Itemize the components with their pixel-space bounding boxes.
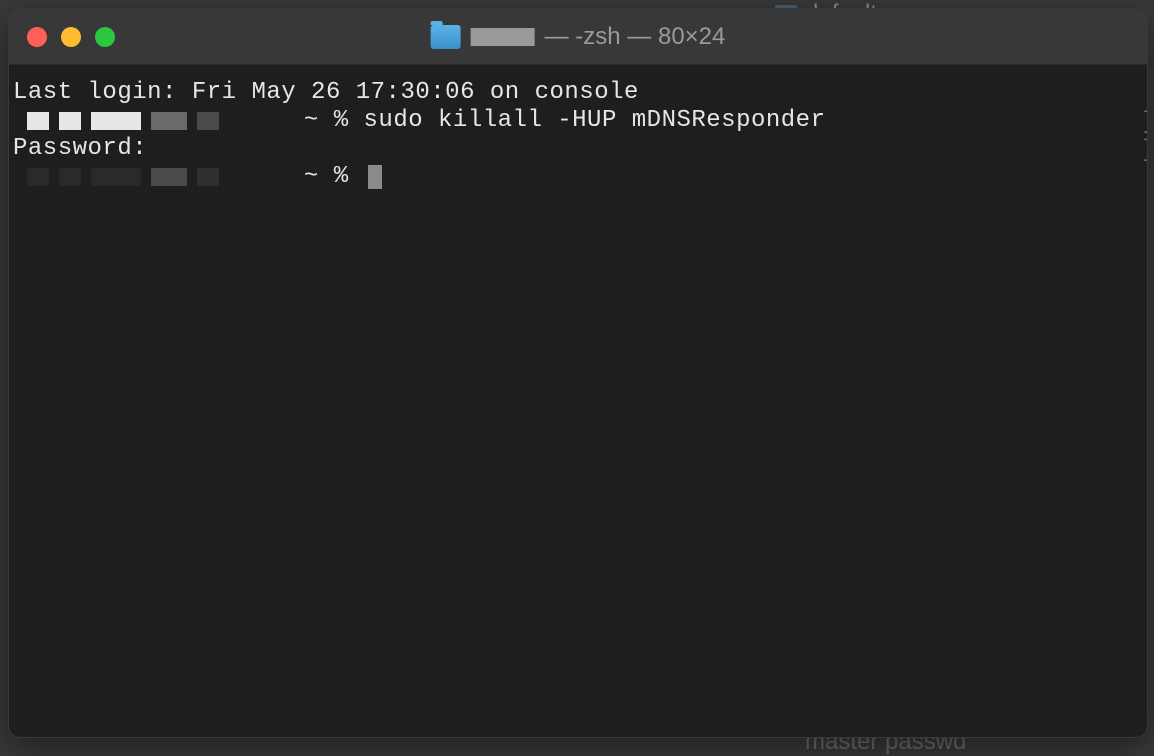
folder-icon — [431, 25, 461, 49]
terminal-line: Last login: Fri May 26 17:30:06 on conso… — [13, 79, 1143, 107]
terminal-window[interactable]: — -zsh — 80×24 Last login: Fri May 26 17… — [8, 8, 1148, 738]
cursor — [368, 165, 382, 189]
last-login-text: Last login: Fri May 26 17:30:06 on conso… — [13, 79, 639, 107]
redacted-host — [151, 112, 187, 130]
redacted-host — [151, 168, 187, 186]
scroll-indicator: ] — [1141, 137, 1145, 165]
terminal-line: ~ % sudo killall -HUP mDNSResponder ] — [13, 107, 1143, 135]
password-prompt: Password: — [13, 135, 147, 163]
redacted-user — [91, 168, 141, 186]
redacted-user — [27, 168, 49, 186]
redacted-user — [59, 168, 81, 186]
title-redacted — [471, 28, 535, 46]
window-titlebar[interactable]: — -zsh — 80×24 — [9, 9, 1147, 65]
minimize-button[interactable] — [61, 27, 81, 47]
redacted-user — [27, 112, 49, 130]
prompt-symbol: ~ % — [289, 163, 364, 191]
redacted-host — [197, 168, 219, 186]
scroll-indicator: ] — [1141, 109, 1145, 137]
prompt-symbol: ~ % — [289, 107, 364, 135]
window-title: — -zsh — 80×24 — [431, 23, 726, 51]
terminal-line: ~ % — [13, 163, 1143, 191]
traffic-lights — [27, 27, 115, 47]
command-text: sudo killall -HUP mDNSResponder — [364, 107, 826, 135]
terminal-content[interactable]: Last login: Fri May 26 17:30:06 on conso… — [9, 65, 1147, 205]
window-title-text: — -zsh — 80×24 — [545, 23, 726, 51]
terminal-line: Password: ] — [13, 135, 1143, 163]
close-button[interactable] — [27, 27, 47, 47]
redacted-user — [59, 112, 81, 130]
redacted-host — [197, 112, 219, 130]
redacted-user — [91, 112, 141, 130]
maximize-button[interactable] — [95, 27, 115, 47]
